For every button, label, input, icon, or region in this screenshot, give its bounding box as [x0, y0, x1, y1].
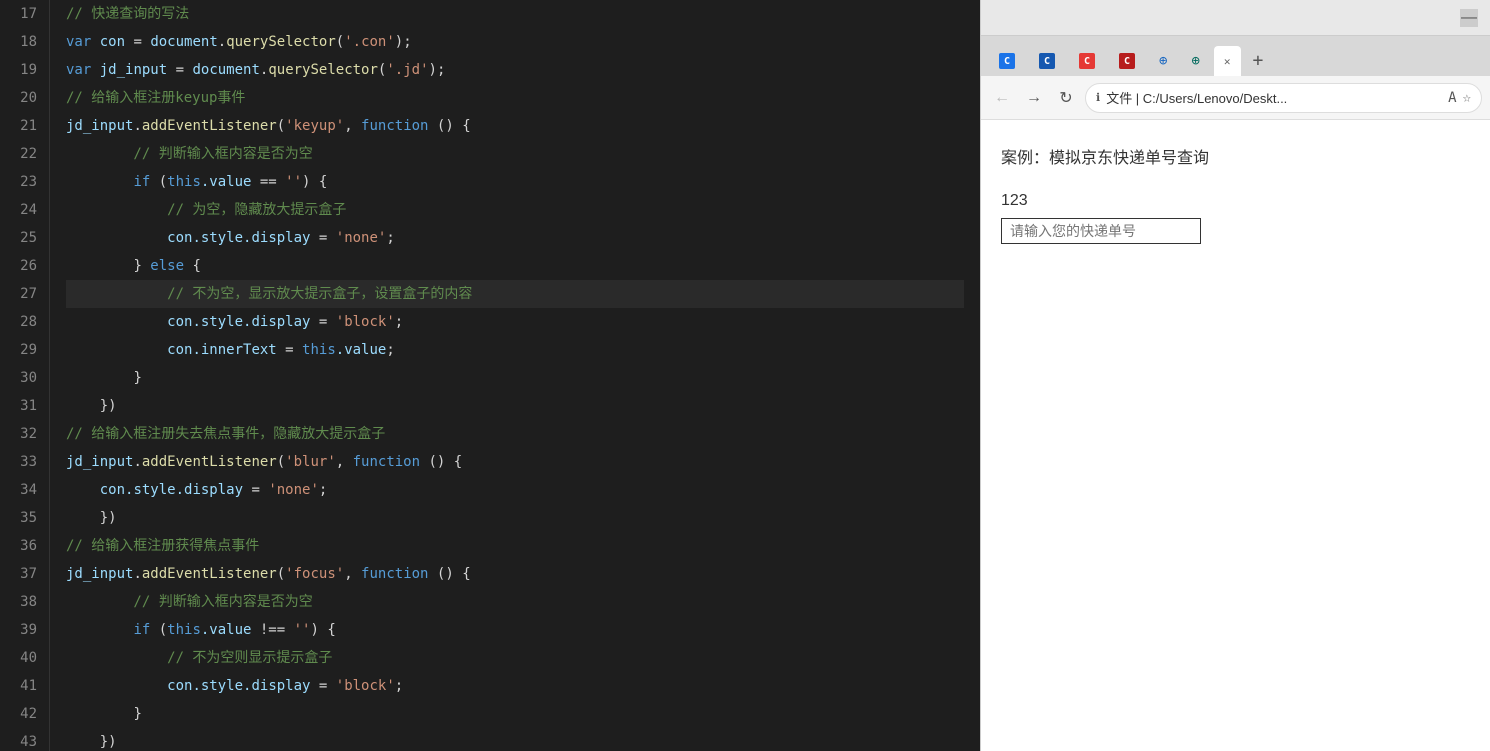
url-text: 文件 | C:/Users/Lenovo/Deskt...: [1106, 88, 1442, 107]
code-line-43: }): [66, 728, 964, 751]
line-numbers: 1718192021222324252627282930313233343536…: [0, 0, 50, 751]
code-line-38: // 判断输入框内容是否为空: [66, 588, 964, 616]
tab-icon-1: C: [999, 53, 1015, 69]
tab-active[interactable]: ✕: [1214, 46, 1241, 76]
code-line-41: con.style.display = 'block';: [66, 672, 964, 700]
tab-icon-3: C: [1079, 53, 1095, 69]
back-button[interactable]: ←: [989, 85, 1015, 111]
address-bar[interactable]: ℹ 文件 | C:/Users/Lenovo/Deskt... A ☆: [1085, 83, 1482, 113]
tab-5[interactable]: ⊕: [1149, 46, 1177, 76]
tab-1[interactable]: C: [989, 46, 1025, 76]
code-editor: 1718192021222324252627282930313233343536…: [0, 0, 980, 751]
code-line-32: // 给输入框注册失去焦点事件，隐藏放大提示盒子: [66, 420, 964, 448]
code-line-25: con.style.display = 'none';: [66, 224, 964, 252]
code-line-29: con.innerText = this.value;: [66, 336, 964, 364]
code-line-18: var con = document.querySelector('.con')…: [66, 28, 964, 56]
code-line-34: con.style.display = 'none';: [66, 476, 964, 504]
code-line-36: // 给输入框注册获得焦点事件: [66, 532, 964, 560]
code-line-21: jd_input.addEventListener('keyup', funct…: [66, 112, 964, 140]
code-line-42: }: [66, 700, 964, 728]
lock-icon: ℹ: [1096, 91, 1100, 104]
browser-content: 案例：模拟京东快递单号查询 123: [981, 120, 1490, 751]
tab-icon-4: C: [1119, 53, 1135, 69]
minimize-button[interactable]: —: [1460, 9, 1478, 27]
browser-panel: — C C C C ⊕ ⊕ ✕ + ← → ↻ ℹ 文件 | C:/U: [980, 0, 1490, 751]
code-lines: // 快递查询的写法var con = document.querySelect…: [50, 0, 980, 751]
code-line-23: if (this.value == '') {: [66, 168, 964, 196]
tab-6[interactable]: ⊕: [1181, 46, 1209, 76]
code-line-35: }): [66, 504, 964, 532]
code-line-27: // 不为空，显示放大提示盒子，设置盒子的内容: [66, 280, 964, 308]
tab-2[interactable]: C: [1029, 46, 1065, 76]
translate-icon[interactable]: A: [1448, 90, 1456, 106]
browser-tabs: C C C C ⊕ ⊕ ✕ +: [981, 36, 1490, 76]
browser-titlebar: —: [981, 0, 1490, 36]
tracking-number-display: 123: [1001, 192, 1470, 210]
code-line-17: // 快递查询的写法: [66, 0, 964, 28]
tab-icon-6: ⊕: [1191, 53, 1199, 69]
tab-icon-2: C: [1039, 53, 1055, 69]
tracking-input-wrapper: [1001, 218, 1201, 244]
code-line-40: // 不为空则显示提示盒子: [66, 644, 964, 672]
code-line-26: } else {: [66, 252, 964, 280]
tracking-input[interactable]: [1001, 218, 1201, 244]
tab-3[interactable]: C: [1069, 46, 1105, 76]
page-title: 案例：模拟京东快递单号查询: [1001, 144, 1470, 168]
code-line-39: if (this.value !== '') {: [66, 616, 964, 644]
code-line-33: jd_input.addEventListener('blur', functi…: [66, 448, 964, 476]
forward-button[interactable]: →: [1021, 85, 1047, 111]
code-line-28: con.style.display = 'block';: [66, 308, 964, 336]
address-bar-container: ← → ↻ ℹ 文件 | C:/Users/Lenovo/Deskt... A …: [981, 76, 1490, 120]
code-line-31: }): [66, 392, 964, 420]
code-line-37: jd_input.addEventListener('focus', funct…: [66, 560, 964, 588]
tab-close-icon[interactable]: ✕: [1224, 55, 1231, 68]
tab-4[interactable]: C: [1109, 46, 1145, 76]
refresh-button[interactable]: ↻: [1053, 85, 1079, 111]
code-line-30: }: [66, 364, 964, 392]
tab-icon-5: ⊕: [1159, 53, 1167, 69]
code-line-20: // 给输入框注册keyup事件: [66, 84, 964, 112]
code-line-22: // 判断输入框内容是否为空: [66, 140, 964, 168]
code-line-24: // 为空，隐藏放大提示盒子: [66, 196, 964, 224]
code-line-19: var jd_input = document.querySelector('.…: [66, 56, 964, 84]
bookmark-icon[interactable]: ☆: [1463, 90, 1471, 106]
new-tab-button[interactable]: +: [1245, 46, 1272, 76]
